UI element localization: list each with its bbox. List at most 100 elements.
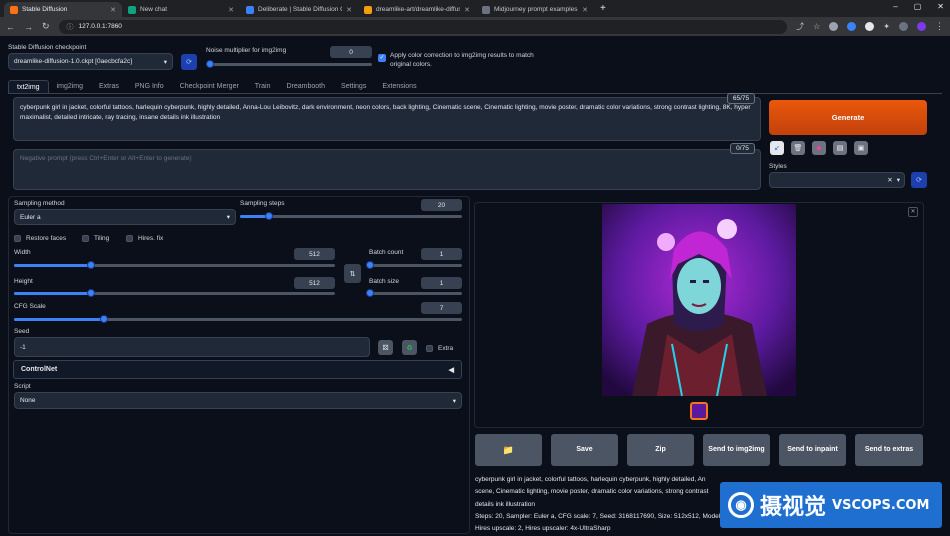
browser-tab[interactable]: Midjourney prompt examples (1 ✕ — [476, 2, 594, 17]
cfg-scale-value[interactable]: 7 — [421, 302, 462, 314]
close-tab-icon[interactable]: ✕ — [228, 6, 234, 14]
back-icon[interactable]: ← — [6, 22, 15, 32]
send-to-img2img-button[interactable]: Send to img2img — [703, 434, 770, 466]
recycle-icon: ♻ — [406, 344, 413, 352]
slider-knob[interactable] — [365, 261, 374, 269]
tab-train[interactable]: Train — [247, 80, 279, 94]
slider-knob[interactable] — [264, 212, 273, 220]
open-folder-button[interactable]: 📁 — [475, 434, 542, 466]
color-correction-checkbox[interactable]: ✓ — [378, 54, 386, 62]
styles-select[interactable]: ✕ ▾ — [769, 172, 905, 188]
tab-dreambooth[interactable]: Dreambooth — [279, 80, 334, 94]
script-select[interactable]: None ▾ — [14, 392, 462, 409]
tab-extras[interactable]: Extras — [91, 80, 127, 94]
apply-style-button[interactable]: ▤ — [833, 141, 847, 155]
height-slider[interactable] — [14, 289, 335, 297]
batch-count-value[interactable]: 1 — [421, 248, 462, 260]
clear-prompt-button[interactable]: 🗑 — [791, 141, 805, 155]
extension-icon[interactable] — [847, 22, 857, 31]
width-slider[interactable] — [14, 261, 335, 269]
bookmark-icon[interactable]: ☆ — [813, 22, 820, 31]
slider-knob[interactable] — [99, 315, 108, 323]
checkpoint-select[interactable]: dreamlike-diffusion-1.0.ckpt [0aecbcfa2c… — [8, 53, 173, 70]
close-tab-icon[interactable]: ✕ — [582, 6, 588, 14]
puzzle-icon[interactable]: ✦ — [883, 22, 890, 31]
send-to-extras-button[interactable]: Send to extras — [855, 434, 923, 466]
batch-size-slider[interactable] — [365, 289, 462, 297]
watermark-text: 摄视觉 — [760, 495, 827, 520]
profile-avatar[interactable] — [917, 22, 926, 31]
height-label: Height — [14, 278, 33, 285]
new-tab-icon[interactable]: + — [594, 2, 612, 17]
swap-dimensions-button[interactable]: ⇅ — [344, 264, 361, 283]
seed-input[interactable]: -1 — [14, 337, 370, 357]
reload-icon[interactable]: ↻ — [42, 21, 50, 32]
close-window-icon[interactable]: ✕ — [937, 2, 944, 11]
chevron-down-icon: ▾ — [452, 397, 456, 405]
styles-label: Styles — [769, 163, 787, 170]
prompt-input[interactable]: cyberpunk girl in jacket, colorful tatto… — [13, 97, 761, 141]
batch-size-value[interactable]: 1 — [421, 277, 462, 289]
sampling-method-select[interactable]: Euler a ▾ — [14, 209, 236, 225]
zip-button[interactable]: Zip — [627, 434, 694, 466]
batch-count-slider[interactable] — [365, 261, 462, 269]
extension-icon[interactable] — [829, 22, 839, 31]
generated-image[interactable] — [602, 204, 796, 396]
maximize-icon[interactable]: ▢ — [914, 2, 922, 11]
controlnet-accordion[interactable]: ControlNet ◀ — [13, 360, 462, 379]
image-thumbnail[interactable] — [690, 402, 708, 420]
tab-settings[interactable]: Settings — [333, 80, 374, 94]
random-seed-button[interactable]: ⚄ — [378, 340, 393, 355]
save-button[interactable]: Save — [551, 434, 618, 466]
noise-slider[interactable] — [206, 60, 372, 68]
browser-tab[interactable]: Deliberate | Stable Diffusion Che ✕ — [240, 2, 358, 17]
slider-knob[interactable] — [365, 289, 374, 297]
trash-icon: 🗑 — [793, 145, 803, 152]
minimize-icon[interactable]: – — [893, 2, 897, 11]
tab-img2img[interactable]: img2img — [49, 80, 91, 94]
tab-extensions[interactable]: Extensions — [374, 80, 424, 94]
width-value[interactable]: 512 — [294, 248, 335, 260]
save-style-button[interactable]: ▣ — [854, 141, 868, 155]
close-tab-icon[interactable]: ✕ — [346, 6, 352, 14]
extra-networks-button[interactable]: ◆ — [812, 141, 826, 155]
url-field[interactable]: ⓘ 127.0.0.1:7860 — [58, 19, 788, 34]
slider-knob[interactable] — [87, 261, 96, 269]
extra-seed-checkbox[interactable] — [426, 345, 433, 352]
refresh-styles-button[interactable]: ⟳ — [911, 172, 927, 188]
reuse-seed-button[interactable]: ♻ — [402, 340, 417, 355]
sampling-steps-slider[interactable] — [240, 212, 462, 220]
extension-icon[interactable] — [865, 22, 875, 31]
tab-txt2img[interactable]: txt2img — [8, 80, 49, 94]
noise-slider-knob[interactable] — [206, 60, 214, 68]
clear-icon[interactable]: ✕ — [887, 176, 892, 184]
send-to-inpaint-button[interactable]: Send to inpaint — [779, 434, 846, 466]
close-tab-icon[interactable]: ✕ — [110, 6, 116, 14]
tiling-checkbox[interactable] — [82, 235, 89, 242]
favicon-icon — [364, 5, 372, 14]
share-icon[interactable]: ⤴ — [796, 21, 804, 32]
hires-fix-checkbox[interactable] — [126, 235, 133, 242]
height-value[interactable]: 512 — [294, 277, 335, 289]
tab-checkpoint-merger[interactable]: Checkpoint Merger — [172, 80, 247, 94]
generate-button[interactable]: Generate — [769, 100, 927, 135]
refresh-checkpoint-button[interactable]: ⟳ — [181, 54, 197, 70]
browser-tab[interactable]: New chat ✕ — [122, 2, 240, 17]
browser-tab[interactable]: dreamlike-art/dreamlike-diffusio ✕ — [358, 2, 476, 17]
paste-params-button[interactable]: ↙ — [770, 141, 784, 155]
close-tab-icon[interactable]: ✕ — [464, 6, 470, 14]
slider-knob[interactable] — [87, 289, 96, 297]
webui-app: Stable Diffusion checkpoint dreamlike-di… — [0, 36, 950, 534]
sampling-steps-value[interactable]: 20 — [421, 199, 462, 211]
noise-value[interactable]: 0 — [330, 46, 372, 58]
browser-tab[interactable]: Stable Diffusion ✕ — [4, 2, 122, 17]
negative-prompt-input[interactable]: Negative prompt (press Ctrl+Enter or Alt… — [13, 149, 761, 190]
collapse-arrow-icon: ◀ — [448, 366, 454, 374]
restore-faces-checkbox[interactable] — [14, 235, 21, 242]
sidepanel-icon[interactable] — [899, 22, 908, 31]
close-gallery-icon[interactable]: ✕ — [908, 207, 918, 217]
menu-icon[interactable]: ⋮ — [935, 21, 944, 32]
tab-png-info[interactable]: PNG Info — [127, 80, 172, 94]
forward-icon[interactable]: → — [24, 22, 33, 32]
cfg-scale-slider[interactable] — [14, 315, 462, 323]
